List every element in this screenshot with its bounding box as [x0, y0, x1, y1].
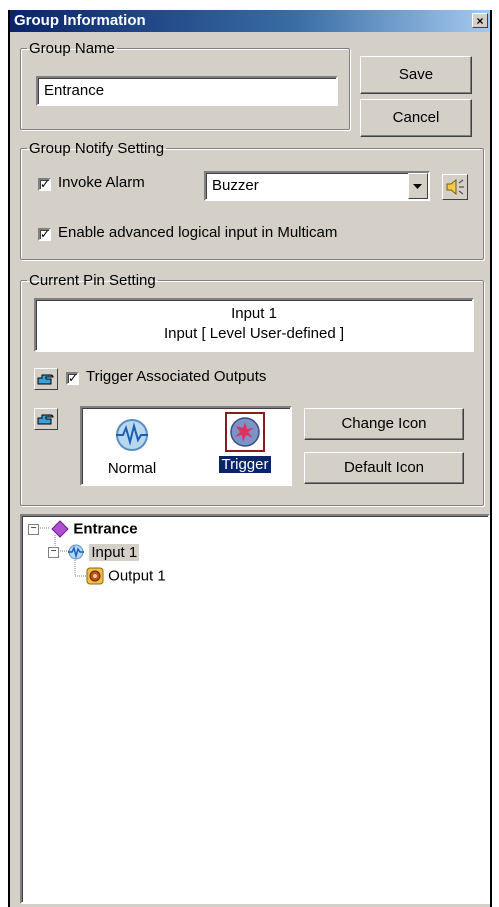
current-pin-legend: Current Pin Setting	[29, 272, 156, 289]
icon-preview-box: Normal Trigger	[80, 406, 292, 486]
input-wave-icon	[116, 419, 148, 451]
trigger-outputs-checkbox[interactable]: ✓	[66, 372, 79, 385]
group-diamond-icon	[51, 520, 69, 538]
collapse-icon[interactable]: −	[28, 523, 39, 535]
close-button[interactable]: ×	[472, 13, 488, 28]
pointing-hand-icon	[37, 414, 54, 425]
pointing-hand-icon	[37, 374, 54, 385]
chevron-down-icon	[413, 184, 422, 189]
tree-root-label: Entrance	[73, 520, 138, 538]
trigger-label: Trigger	[218, 456, 272, 473]
advanced-logical-label: Enable advanced logical input in Multica…	[58, 224, 338, 241]
tree-grandchild-label: Output 1	[108, 567, 166, 585]
close-icon: ×	[476, 14, 484, 28]
normal-label: Normal	[107, 460, 157, 477]
dropdown-arrow-button[interactable]	[408, 173, 428, 199]
normal-icon-option[interactable]: Normal	[102, 416, 162, 482]
icon-pointer-button[interactable]	[34, 408, 58, 430]
trigger-icon-frame	[225, 412, 265, 452]
tree-node-input[interactable]: − Input 1	[48, 543, 140, 561]
tree-node-output[interactable]: Output 1	[86, 567, 166, 585]
pin-info-box: Input 1 Input [ Level User-defined ]	[34, 298, 474, 352]
default-icon-button[interactable]: Default Icon	[304, 452, 464, 484]
group-tree-view[interactable]: − Entrance − Input 1 Output 1	[20, 514, 490, 904]
speaker-test-button[interactable]	[442, 174, 468, 200]
group-name-legend: Group Name	[29, 40, 115, 57]
trigger-outputs-pointer-button[interactable]	[34, 368, 58, 390]
pin-info-line2: Input [ Level User-defined ]	[163, 325, 345, 342]
cancel-button[interactable]: Cancel	[360, 99, 472, 137]
alarm-type-select[interactable]: Buzzer	[204, 171, 430, 201]
trigger-icon-option[interactable]: Trigger	[212, 412, 278, 484]
tree-child-label: Input 1	[89, 543, 140, 561]
speaker-icon	[446, 178, 464, 196]
group-name-input[interactable]: Entrance	[36, 76, 338, 106]
window-title: Group Information	[14, 12, 146, 29]
save-button[interactable]: Save	[360, 56, 472, 94]
group-notify-legend: Group Notify Setting	[29, 140, 165, 157]
alarm-type-value: Buzzer	[212, 177, 259, 194]
tree-node-entrance[interactable]: − Entrance	[28, 520, 138, 538]
advanced-logical-checkbox[interactable]: ✓	[38, 228, 51, 241]
pin-info-line1: Input 1	[231, 305, 277, 322]
invoke-alarm-checkbox[interactable]: ✓	[38, 178, 51, 191]
title-bar[interactable]: Group Information ×	[10, 10, 490, 32]
output-speaker-icon	[86, 567, 104, 585]
invoke-alarm-label: Invoke Alarm	[58, 174, 145, 191]
group-information-window: Group Information × Group Name Entrance …	[8, 10, 492, 907]
trigger-outputs-label: Trigger Associated Outputs	[86, 368, 267, 385]
change-icon-button[interactable]: Change Icon	[304, 408, 464, 440]
trigger-burst-icon	[230, 417, 260, 447]
input-wave-icon	[68, 544, 85, 560]
collapse-icon[interactable]: −	[48, 546, 59, 558]
